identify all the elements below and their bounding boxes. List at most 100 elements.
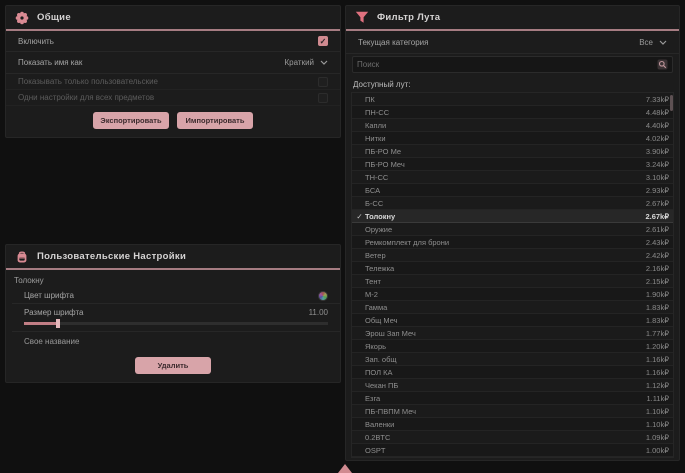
only-custom-checkbox[interactable] bbox=[318, 77, 328, 87]
loot-item-value: 2.67k₽ bbox=[645, 212, 669, 221]
loot-item-value: 4.48k₽ bbox=[646, 108, 669, 117]
loot-list-item[interactable]: М-21.90k₽ bbox=[352, 288, 673, 301]
loot-list-item[interactable]: OSPT1.00k₽ bbox=[352, 444, 673, 457]
search-placeholder: Поиск bbox=[357, 60, 379, 69]
loot-item-name: ПБ-РО Меч bbox=[365, 160, 646, 169]
loot-list-item[interactable]: Валенки1.10k₽ bbox=[352, 418, 673, 431]
loot-list-item[interactable]: ПБ-РО Ме3.90k₽ bbox=[352, 145, 673, 158]
loot-list-item[interactable]: Капли4.40k₽ bbox=[352, 119, 673, 132]
loot-list-item[interactable]: Якорь1.20k₽ bbox=[352, 340, 673, 353]
loot-list-item[interactable]: ✓Толокну2.67k₽ bbox=[352, 210, 673, 223]
loot-list-item[interactable]: Б-СС2.67k₽ bbox=[352, 197, 673, 210]
loot-item-value: 2.67k₽ bbox=[646, 199, 669, 208]
custom-settings-title: Пользовательские Настройки bbox=[37, 251, 186, 262]
loot-list-item[interactable]: Тент2.15k₽ bbox=[352, 275, 673, 288]
loot-item-name: Толокну bbox=[365, 212, 645, 221]
loot-item-value: 3.90k₽ bbox=[646, 147, 669, 156]
loot-list-item[interactable]: ПОЛ КА1.16k₽ bbox=[352, 366, 673, 379]
loot-item-name: Ремкомплект для брони bbox=[365, 238, 646, 247]
delete-button[interactable]: Удалить bbox=[135, 357, 211, 374]
loot-item-name: Валенки bbox=[365, 420, 646, 429]
slider-track[interactable] bbox=[24, 322, 328, 325]
loot-filter-header: Фильтр Лута bbox=[346, 6, 679, 29]
slider-handle[interactable] bbox=[56, 319, 60, 328]
loot-list-item[interactable]: Зап. общ1.16k₽ bbox=[352, 353, 673, 366]
enable-row: Включить ✓ bbox=[6, 31, 340, 52]
left-column: Общие Включить ✓ Показать имя как Кратки… bbox=[5, 5, 341, 468]
loot-item-name: Чекан ПБ bbox=[365, 381, 646, 390]
search-icon[interactable] bbox=[657, 59, 668, 70]
custom-settings-body: Цвет шрифта Размер шрифта 11.00 Свое наз… bbox=[6, 288, 340, 351]
category-dropdown[interactable]: Все bbox=[639, 38, 667, 47]
loot-list-item[interactable]: Общ Меч1.83k₽ bbox=[352, 314, 673, 327]
loot-item-value: 1.12k₽ bbox=[646, 381, 669, 390]
loot-item-name: Ветер bbox=[365, 251, 646, 260]
general-panel-title: Общие bbox=[37, 12, 71, 23]
custom-name-placeholder: Свое название bbox=[24, 337, 79, 346]
loot-list-item[interactable]: Эрош Зап Меч1.77k₽ bbox=[352, 327, 673, 340]
loot-list-item[interactable]: ПН-СС4.48k₽ bbox=[352, 106, 673, 119]
loot-item-value: 1.83k₽ bbox=[646, 303, 669, 312]
loot-list-item[interactable]: Езга1.11k₽ bbox=[352, 392, 673, 405]
font-size-slider[interactable] bbox=[12, 322, 340, 332]
search-input[interactable]: Поиск bbox=[352, 56, 673, 73]
loot-list-item[interactable]: ТН-СС3.10k₽ bbox=[352, 171, 673, 184]
enable-checkbox[interactable]: ✓ bbox=[318, 36, 328, 46]
loot-item-value: 1.16k₽ bbox=[646, 368, 669, 377]
loot-list-item[interactable]: Чекан ПБ1.12k₽ bbox=[352, 379, 673, 392]
loot-item-value: 4.40k₽ bbox=[646, 121, 669, 130]
loot-filter-panel: Фильтр Лута Текущая категория Все Поиск bbox=[345, 5, 680, 461]
loot-list-item[interactable]: БСА2.93k₽ bbox=[352, 184, 673, 197]
check-icon: ✓ bbox=[354, 212, 365, 221]
loot-item-value: 1.10k₽ bbox=[646, 420, 669, 429]
only-custom-row: Показывать только пользовательские bbox=[6, 74, 340, 90]
custom-name-input[interactable]: Свое название bbox=[12, 332, 340, 351]
export-button[interactable]: Экспортировать bbox=[93, 112, 169, 129]
name-display-row: Показать имя как Краткий bbox=[6, 52, 340, 74]
name-display-label: Показать имя как bbox=[18, 58, 82, 67]
loot-item-name: Езга bbox=[365, 394, 646, 403]
expand-arrow-icon[interactable] bbox=[338, 464, 352, 473]
same-settings-checkbox[interactable] bbox=[318, 93, 328, 103]
category-row: Текущая категория Все bbox=[346, 31, 679, 54]
font-color-label: Цвет шрифта bbox=[24, 291, 74, 300]
loot-list-item[interactable]: Оружие2.61k₽ bbox=[352, 223, 673, 236]
loot-item-value: 1.77k₽ bbox=[646, 329, 669, 338]
font-size-row: Размер шрифта 11.00 bbox=[12, 304, 340, 320]
loot-list-item[interactable]: Гамма1.83k₽ bbox=[352, 301, 673, 314]
loot-list-item[interactable]: ПБ-ПВПМ Меч1.10k₽ bbox=[352, 405, 673, 418]
loot-list-item[interactable]: ПК7.33k₽ bbox=[352, 93, 673, 106]
loot-item-name: Общ Меч bbox=[365, 316, 646, 325]
loot-item-value: 3.24k₽ bbox=[646, 160, 669, 169]
loot-item-value: 7.33k₽ bbox=[646, 95, 669, 104]
scrollbar-thumb[interactable] bbox=[670, 95, 673, 111]
loot-filter-title: Фильтр Лута bbox=[377, 12, 440, 23]
only-custom-label: Показывать только пользовательские bbox=[18, 77, 158, 86]
loot-list-item[interactable]: 0.2BTC1.09k₽ bbox=[352, 431, 673, 444]
right-column: Фильтр Лута Текущая категория Все Поиск bbox=[345, 5, 680, 468]
gear-flower-icon bbox=[15, 11, 29, 25]
backpack-icon bbox=[15, 250, 29, 264]
loot-list-item[interactable]: ПБ-РО Меч3.24k₽ bbox=[352, 158, 673, 171]
name-display-dropdown[interactable]: Краткий bbox=[285, 58, 328, 67]
custom-settings-panel: Пользовательские Настройки Толокну Цвет … bbox=[5, 244, 341, 383]
loot-item-name: М-2 bbox=[365, 290, 646, 299]
dropdown-value: Краткий bbox=[285, 58, 314, 67]
loot-item-name: Оружие bbox=[365, 225, 646, 234]
loot-list-item[interactable]: Ремкомплект для брони2.43k₽ bbox=[352, 236, 673, 249]
loot-item-name: Тент bbox=[365, 277, 646, 286]
loot-item-name: Эрош Зап Меч bbox=[365, 329, 646, 338]
loot-item-name: Тележка bbox=[365, 264, 646, 273]
loot-list-item[interactable]: Нитки4.02k₽ bbox=[352, 132, 673, 145]
loot-item-value: 2.61k₽ bbox=[646, 225, 669, 234]
chevron-down-icon bbox=[320, 60, 328, 65]
same-settings-row: Одни настройки для всех предметов bbox=[6, 90, 340, 106]
loot-list-item[interactable]: Ветер2.42k₽ bbox=[352, 249, 673, 262]
import-button[interactable]: Импортировать bbox=[177, 112, 253, 129]
loot-item-name: ПК bbox=[365, 95, 646, 104]
loot-list-item[interactable]: Тележка2.16k₽ bbox=[352, 262, 673, 275]
loot-item-value: 2.93k₽ bbox=[646, 186, 669, 195]
loot-item-name: БСА bbox=[365, 186, 646, 195]
color-wheel-icon[interactable] bbox=[318, 291, 328, 301]
category-value: Все bbox=[639, 38, 653, 47]
